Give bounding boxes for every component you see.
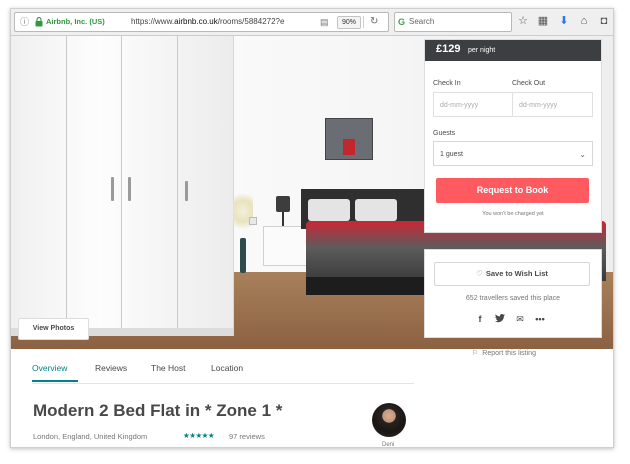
- more-icon[interactable]: •••: [533, 314, 547, 324]
- wardrobe-door-edge: [121, 36, 122, 336]
- twitter-icon[interactable]: [493, 314, 507, 325]
- download-icon[interactable]: ⬇: [557, 14, 571, 28]
- rating-stars: ★★★★★: [183, 431, 215, 440]
- email-icon[interactable]: ✉: [513, 314, 527, 325]
- chevron-down-icon: ⌄: [579, 150, 586, 159]
- check-in-label: Check In: [433, 80, 461, 87]
- listing-location[interactable]: London, England, United Kingdom: [33, 432, 147, 441]
- photo-flowers: [233, 192, 253, 240]
- heart-icon: ♡: [476, 269, 483, 278]
- per-night-label: per night: [468, 47, 496, 54]
- listing-title: Modern 2 Bed Flat in * Zone 1 *: [33, 401, 283, 420]
- url-domain: airbnb.co.uk: [174, 17, 218, 26]
- photo-wardrobe: [11, 36, 234, 336]
- reading-list-icon[interactable]: ▦: [536, 14, 550, 28]
- url-bar[interactable]: ⓘ Airbnb, Inc. (US) https://www.airbnb.c…: [14, 12, 389, 32]
- site-identity[interactable]: Airbnb, Inc. (US): [46, 13, 105, 31]
- view-photos-button[interactable]: View Photos: [18, 318, 89, 340]
- check-out-label: Check Out: [512, 80, 546, 87]
- host-name[interactable]: Deni: [382, 442, 394, 447]
- wardrobe-handle: [128, 177, 131, 201]
- tab-the-host[interactable]: The Host: [151, 363, 186, 373]
- host-avatar[interactable]: [372, 403, 406, 437]
- url-prefix: https://www.: [131, 17, 175, 26]
- wardrobe-door-edge: [177, 36, 178, 336]
- photo-nightstand: [263, 226, 311, 266]
- photo-vase: [240, 238, 246, 273]
- facebook-icon[interactable]: f: [473, 314, 487, 324]
- flag-icon: ⚐: [472, 350, 479, 357]
- photo-pillow: [355, 199, 397, 221]
- url-text[interactable]: https://www.airbnb.co.uk/rooms/5884272?e: [131, 13, 284, 31]
- tab-location[interactable]: Location: [211, 363, 243, 373]
- browser-window: ⓘ Airbnb, Inc. (US) https://www.airbnb.c…: [10, 8, 614, 448]
- tab-reviews[interactable]: Reviews: [95, 363, 127, 373]
- search-engine-icon[interactable]: G: [398, 13, 405, 31]
- wardrobe-handle: [111, 177, 114, 201]
- wishlist-label: Save to Wish List: [485, 269, 548, 278]
- request-to-book-button[interactable]: Request to Book: [436, 178, 589, 203]
- reader-view-icon[interactable]: ▤: [320, 13, 329, 31]
- check-in-field[interactable]: dd-mm-yyyy: [433, 92, 513, 117]
- home-icon[interactable]: ⌂: [577, 14, 591, 28]
- report-label: Report this listing: [482, 350, 536, 357]
- check-out-field[interactable]: dd-mm-yyyy: [512, 92, 593, 117]
- saved-count: 652 travellers saved this place: [465, 295, 561, 302]
- url-divider: [363, 16, 364, 28]
- info-icon[interactable]: ⓘ: [20, 13, 29, 31]
- search-bar[interactable]: G Search: [394, 12, 512, 32]
- tab-overview[interactable]: Overview: [32, 363, 67, 373]
- reviews-count-link[interactable]: 97 reviews: [229, 432, 265, 441]
- photo-light-switch: [249, 217, 257, 225]
- price-band: £129 per night: [425, 40, 601, 61]
- active-tab-indicator: [32, 380, 78, 382]
- report-listing-link[interactable]: ⚐ Report this listing: [472, 349, 536, 357]
- save-to-wishlist-button[interactable]: ♡ Save to Wish List: [434, 262, 590, 286]
- reload-icon[interactable]: ↻: [370, 13, 378, 31]
- photo-lampshade: [276, 196, 290, 212]
- browser-toolbar: ⓘ Airbnb, Inc. (US) https://www.airbnb.c…: [11, 9, 613, 36]
- search-placeholder: Search: [409, 17, 435, 26]
- photo-pillow: [308, 199, 350, 221]
- wardrobe-door-edge: [66, 36, 67, 336]
- guests-value: 1 guest: [440, 151, 463, 158]
- guests-label: Guests: [433, 130, 456, 137]
- lock-icon: [35, 17, 43, 27]
- photo-lampbase: [282, 212, 284, 226]
- wall-picture: [325, 118, 373, 160]
- listing-tabs: Overview Reviews The Host Location: [32, 359, 414, 384]
- bookmark-star-icon[interactable]: ☆: [516, 14, 530, 28]
- zoom-indicator[interactable]: 90%: [337, 16, 362, 29]
- url-path: /rooms/5884272?e: [217, 17, 285, 26]
- nightly-price: £129: [436, 43, 461, 55]
- no-charge-note: You won't be charged yet: [482, 211, 544, 217]
- picture-bus: [343, 139, 355, 155]
- wardrobe-handle: [185, 181, 188, 201]
- wishlist-panel: ♡ Save to Wish List 652 travellers saved …: [424, 249, 602, 338]
- booking-panel: £129 per night Check In Check Out dd-mm-…: [424, 39, 602, 233]
- pocket-icon[interactable]: ◘: [597, 14, 611, 28]
- guests-select[interactable]: 1 guest ⌄: [433, 141, 593, 166]
